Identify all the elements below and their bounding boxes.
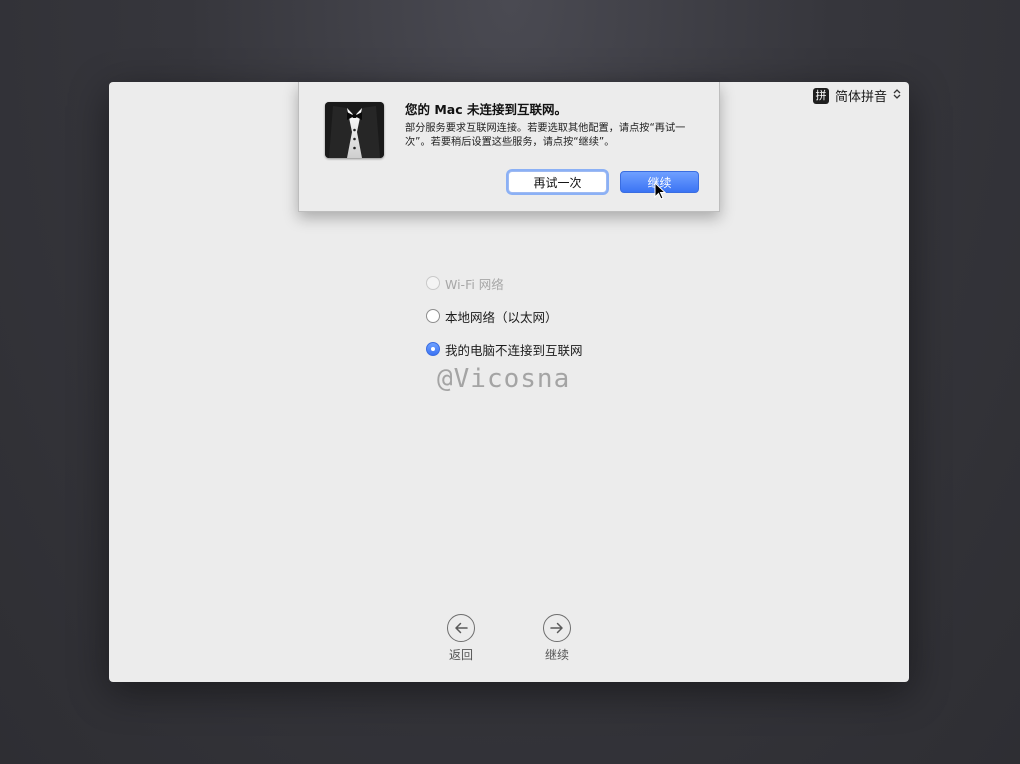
network-options-list: Wi-Fi 网络 本地网络（以太网） 我的电脑不连接到互联网 bbox=[426, 274, 583, 373]
alert-message: 部分服务要求互联网连接。若要选取其他配置，请点按“再试一次”。若要稍后设置这些服… bbox=[405, 123, 686, 148]
radio-button-no-internet[interactable] bbox=[426, 342, 440, 356]
no-internet-alert-sheet: 您的 Mac 未连接到互联网。 部分服务要求互联网连接。若要选取其他配置，请点按… bbox=[298, 82, 720, 212]
network-option-ethernet[interactable]: 本地网络（以太网） bbox=[426, 307, 583, 325]
pinyin-ime-icon: 拼 bbox=[812, 87, 829, 104]
network-option-no-internet[interactable]: 我的电脑不连接到互联网 bbox=[426, 340, 583, 358]
continue-label: 继续 bbox=[544, 648, 569, 662]
option-label: 本地网络（以太网） bbox=[445, 309, 558, 325]
option-label: 我的电脑不连接到互联网 bbox=[445, 342, 583, 358]
retry-button[interactable]: 再试一次 bbox=[508, 171, 607, 193]
radio-button-ethernet[interactable] bbox=[426, 309, 440, 323]
network-option-wifi[interactable]: Wi-Fi 网络 bbox=[426, 274, 583, 292]
input-source-menu[interactable]: 拼 简体拼音 bbox=[812, 86, 901, 105]
arrow-left-circle-icon[interactable] bbox=[447, 614, 475, 642]
setup-assistant-tuxedo-icon bbox=[325, 102, 384, 158]
back-button[interactable]: 返回 bbox=[431, 614, 491, 663]
option-label: Wi-Fi 网络 bbox=[445, 276, 504, 292]
continue-nav-button[interactable]: 继续 bbox=[527, 614, 587, 663]
mouse-pointer-icon bbox=[654, 182, 666, 200]
input-source-label: 简体拼音 bbox=[834, 90, 887, 105]
setup-assistant-window: 拼 简体拼音 Wi-Fi 网络 本地网络（以太网） 我的电脑不连接到互联网 @V… bbox=[109, 82, 909, 682]
back-label: 返回 bbox=[448, 648, 473, 662]
arrow-right-circle-icon[interactable] bbox=[543, 614, 571, 642]
radio-button-wifi[interactable] bbox=[426, 276, 440, 290]
alert-title: 您的 Mac 未连接到互联网。 bbox=[405, 102, 567, 117]
up-down-chevron-icon bbox=[893, 88, 901, 103]
watermark-text: @Vicosna bbox=[437, 364, 571, 394]
